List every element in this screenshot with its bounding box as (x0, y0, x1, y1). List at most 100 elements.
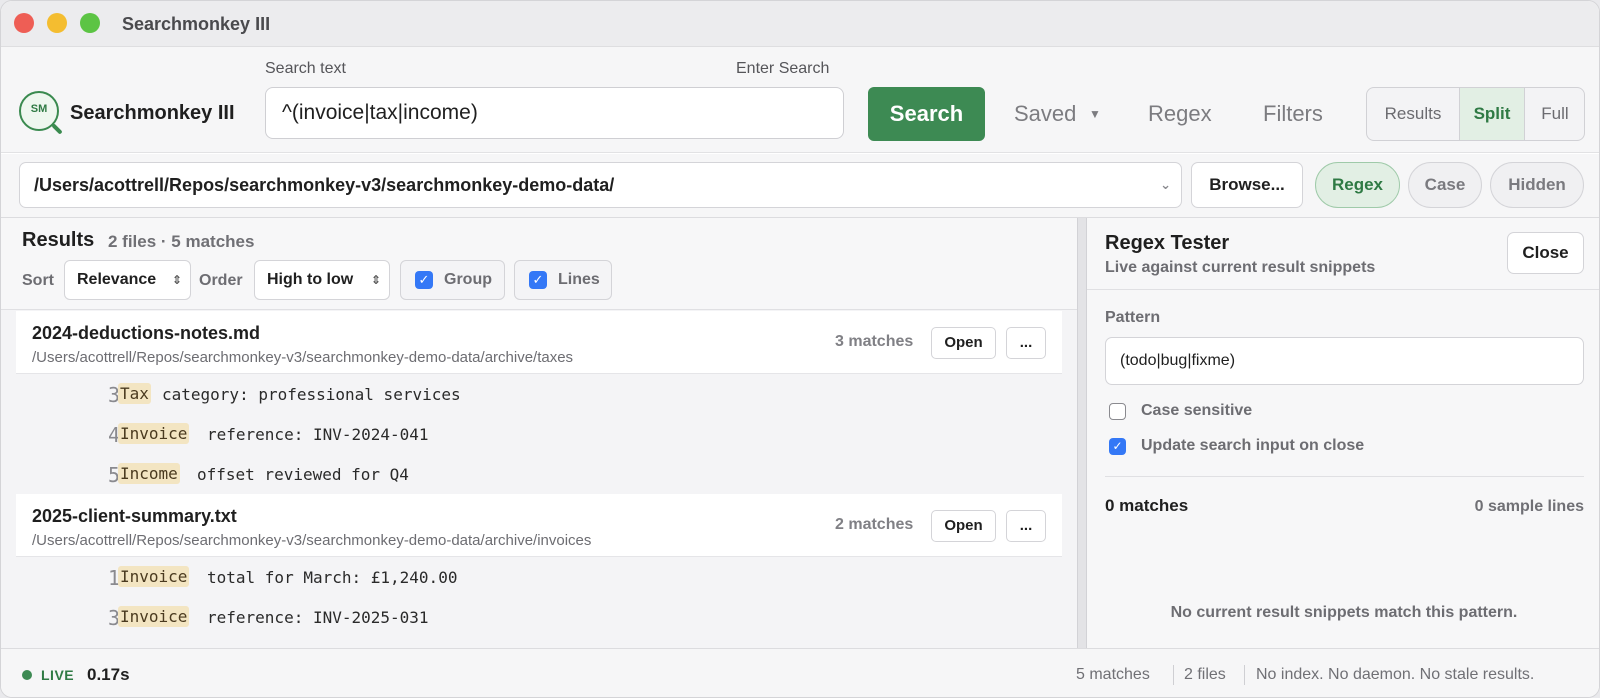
regex-tester-header: Regex Tester Live against current result… (1087, 218, 1599, 290)
checkbox-unchecked-icon (1109, 403, 1126, 420)
caret-down-icon: ▼ (1089, 107, 1101, 121)
regex-tester-title: Regex Tester (1105, 232, 1230, 254)
order-value: High to low (267, 271, 354, 288)
match-line[interactable]: 3 Invoice reference: INV-2025-031 (16, 599, 1062, 639)
line-text: total for March: £1,240.00 (207, 568, 458, 587)
file-header[interactable]: 2025-client-summary.txt /Users/acottrell… (16, 494, 1062, 557)
order-label: Order (199, 272, 243, 289)
regex-match-count: 0 matches (1105, 496, 1189, 515)
app-name: Searchmonkey III (70, 102, 235, 124)
results-summary: 2 files · 5 matches (108, 232, 255, 251)
match-line[interactable]: 3 Tax category: professional services (16, 376, 1062, 416)
group-label: Group (444, 271, 492, 288)
search-button[interactable]: Search (868, 87, 985, 141)
update-search-label: Update search input on close (1141, 437, 1365, 454)
match-highlight: Invoice (118, 566, 190, 587)
more-options-button[interactable]: ... (1006, 510, 1046, 542)
pattern-input[interactable]: (todo|bug|fixme) (1105, 337, 1584, 385)
lines-checkbox[interactable]: ✓ Lines (514, 260, 612, 300)
file-name: 2025-client-summary.txt (32, 506, 237, 526)
regex-tester-pane: Regex Tester Live against current result… (1087, 218, 1599, 648)
group-checkbox[interactable]: ✓ Group (400, 260, 505, 300)
zoom-window-button[interactable] (80, 13, 100, 33)
line-number: 3 (107, 383, 120, 407)
view-mode-results[interactable]: Results (1367, 88, 1459, 140)
hidden-toggle[interactable]: Hidden (1490, 162, 1584, 208)
filters-button[interactable]: Filters (1263, 101, 1323, 127)
path-value: /Users/acottrell/Repos/searchmonkey-v3/s… (34, 175, 615, 195)
divider (1105, 476, 1584, 477)
updown-chevron-icon: ⇕ (171, 273, 182, 287)
close-window-button[interactable] (14, 13, 34, 33)
live-label: LIVE (41, 667, 75, 683)
checkmark-icon: ✓ (529, 271, 547, 289)
match-line[interactable]: 5 Income offset reviewed for Q4 (16, 456, 1062, 496)
pattern-label: Pattern (1105, 309, 1161, 326)
search-label: Search text (265, 60, 346, 77)
divider (1244, 665, 1245, 685)
line-text: reference: INV-2025-031 (207, 608, 429, 627)
case-toggle[interactable]: Case (1408, 162, 1482, 208)
live-indicator-icon (22, 670, 32, 680)
status-files: 2 files (1184, 666, 1226, 683)
results-pane: Results 2 files · 5 matches Sort Relevan… (1, 218, 1077, 648)
line-number: 4 (107, 423, 120, 447)
results-header: Results 2 files · 5 matches Sort Relevan… (1, 218, 1077, 310)
sort-select[interactable]: Relevance ⇕ (64, 260, 191, 300)
line-number: 3 (107, 606, 120, 630)
regex-tool-button[interactable]: Regex (1148, 101, 1212, 127)
file-match-count: 2 matches (835, 516, 914, 533)
case-sensitive-label: Case sensitive (1141, 402, 1253, 419)
updown-chevron-icon: ⇕ (370, 273, 381, 287)
app-window: Searchmonkey III SM Searchmonkey III Sea… (0, 0, 1600, 698)
match-highlight: Tax (118, 383, 151, 404)
open-file-button[interactable]: Open (931, 510, 996, 542)
split-divider[interactable] (1077, 218, 1087, 648)
saved-menu[interactable]: Saved (1014, 101, 1076, 127)
window-title: Searchmonkey III (122, 14, 271, 34)
regex-toggle[interactable]: Regex (1315, 162, 1400, 208)
match-highlight: Income (118, 463, 180, 484)
view-mode-split[interactable]: Split (1459, 88, 1525, 140)
search-hint: Enter Search (736, 60, 830, 77)
order-select[interactable]: High to low ⇕ (254, 260, 390, 300)
line-number: 5 (107, 463, 120, 487)
lines-label: Lines (558, 271, 600, 288)
status-note: No index. No daemon. No stale results. (1256, 666, 1535, 683)
match-line[interactable]: 4 Invoice reference: INV-2024-041 (16, 416, 1062, 456)
view-mode-full[interactable]: Full (1525, 88, 1584, 140)
path-bar: /Users/acottrell/Repos/searchmonkey-v3/s… (1, 154, 1599, 218)
file-path: /Users/acottrell/Repos/searchmonkey-v3/s… (32, 532, 592, 549)
file-name: 2024-deductions-notes.md (32, 323, 261, 343)
main-toolbar: SM Searchmonkey III Search text Enter Se… (1, 47, 1599, 153)
browse-button[interactable]: Browse... (1191, 162, 1303, 208)
status-matches: 5 matches (1076, 666, 1150, 683)
search-input[interactable]: ^(invoice|tax|income) (265, 87, 844, 139)
sort-label: Sort (22, 272, 54, 289)
view-mode-segmented-control: Results Split Full (1366, 87, 1585, 141)
more-options-button[interactable]: ... (1006, 327, 1046, 359)
chevron-down-icon[interactable]: ⌄ (1160, 163, 1171, 207)
divider (1173, 665, 1174, 685)
empty-state-message: No current result snippets match this pa… (1170, 604, 1518, 621)
close-regex-tester-button[interactable]: Close (1507, 232, 1584, 274)
status-bar: LIVE 0.17s 5 matches 2 files No index. N… (1, 648, 1599, 697)
sort-value: Relevance (77, 271, 157, 288)
regex-tester-subtitle: Live against current result snippets (1105, 259, 1376, 276)
match-highlight: Invoice (118, 606, 190, 627)
minimize-window-button[interactable] (47, 13, 67, 33)
match-line[interactable]: 1 Invoice total for March: £1,240.00 (16, 559, 1062, 599)
results-title: Results (22, 229, 95, 251)
line-text: reference: INV-2024-041 (207, 425, 429, 444)
line-text: offset reviewed for Q4 (197, 465, 409, 484)
logo-text: SM (30, 103, 48, 115)
open-file-button[interactable]: Open (931, 327, 996, 359)
logo-handle-icon (51, 123, 63, 135)
checkmark-icon: ✓ (415, 271, 433, 289)
line-number: 1 (107, 566, 120, 590)
checkmark-icon: ✓ (1109, 438, 1126, 455)
search-duration: 0.17s (87, 665, 130, 684)
path-input[interactable]: /Users/acottrell/Repos/searchmonkey-v3/s… (19, 162, 1182, 208)
file-header[interactable]: 2024-deductions-notes.md /Users/acottrel… (16, 311, 1062, 374)
line-text: category: professional services (162, 385, 461, 404)
